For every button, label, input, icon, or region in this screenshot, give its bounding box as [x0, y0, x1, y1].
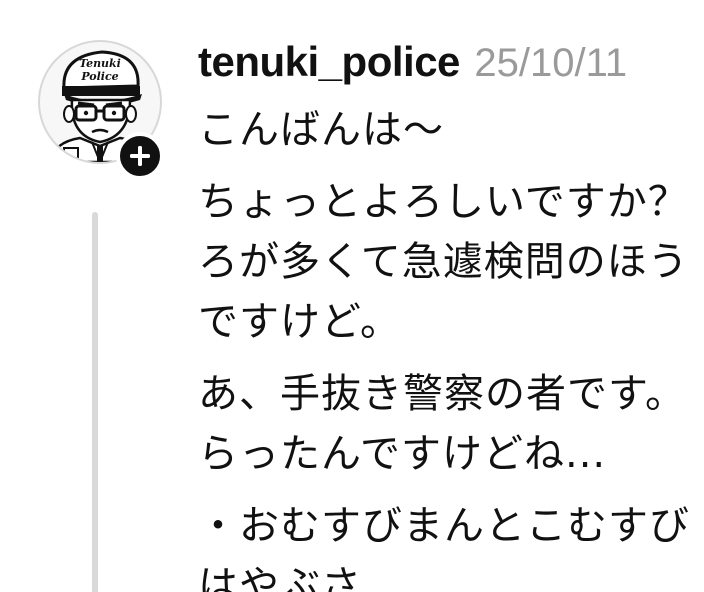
post-line: はやぶさ	[198, 563, 362, 592]
post-line: ろが多くて急遽検問のほう	[198, 239, 689, 285]
post-line: ですけど。	[198, 299, 401, 345]
avatar-container: Tenuki Police	[38, 40, 168, 180]
username[interactable]: tenuki_police	[198, 38, 460, 85]
post-body: こんばんは〜 ちょっとよろしいですか？ ろが多くて急遽検問のほう ですけど。 あ…	[198, 100, 704, 592]
post-header: tenuki_police 25/10/11	[198, 38, 627, 86]
post-line: あ、手抜き警察の者です。	[198, 371, 686, 417]
follow-button[interactable]	[116, 132, 164, 180]
timestamp[interactable]: 25/10/11	[474, 41, 627, 85]
cap-text-line-1: Tenuki	[79, 57, 121, 70]
post-line: こんばんは〜	[198, 107, 444, 153]
post-line: らったんですけどね...	[198, 431, 607, 477]
thread-line	[92, 212, 98, 592]
cap-text-line-2: Police	[80, 70, 118, 83]
post-line: ちょっとよろしいですか？	[198, 179, 689, 225]
post-line: ・おむすびまんとこむすび	[198, 503, 690, 549]
plus-icon	[130, 146, 150, 166]
